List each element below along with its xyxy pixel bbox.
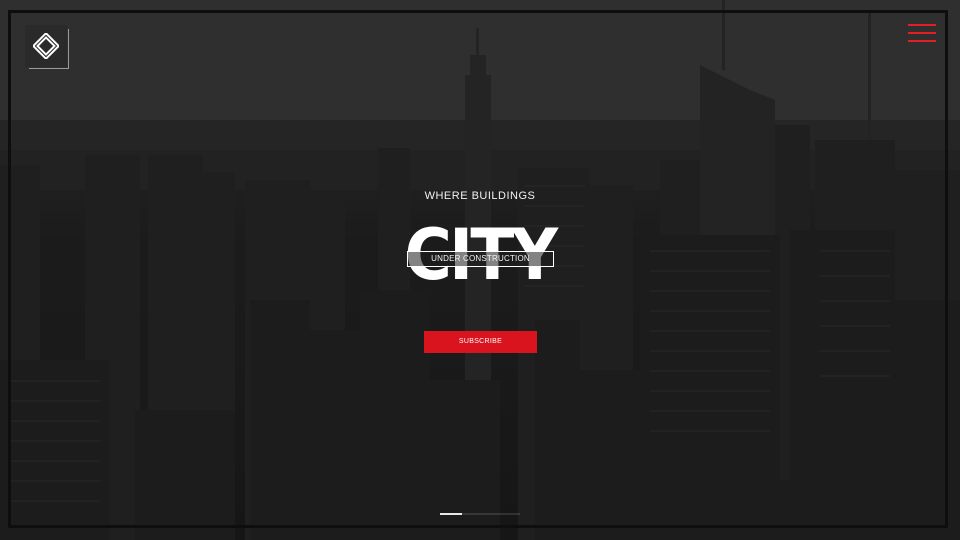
construction-badge: UNDER CONSTRUCTION	[407, 251, 554, 267]
slide-dot[interactable]	[462, 513, 520, 515]
hero-content: WHERE BUILDINGS CITY UNDER CONSTRUCTION …	[0, 0, 960, 540]
hero-background: WHERE BUILDINGS CITY UNDER CONSTRUCTION …	[0, 0, 960, 540]
slide-indicator	[440, 513, 520, 515]
hero-kicker: WHERE BUILDINGS	[424, 190, 536, 202]
subscribe-button[interactable]: SUBSCRIBE	[424, 331, 537, 353]
slide-dot-active[interactable]	[440, 513, 462, 515]
